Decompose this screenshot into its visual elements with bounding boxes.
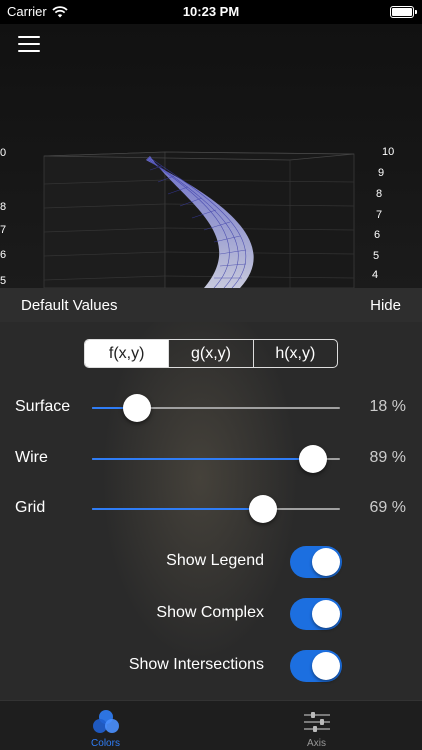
tab-bar: Colors Axis bbox=[0, 700, 422, 750]
right-axis-tick: 5 bbox=[373, 250, 380, 262]
slider-value: 89 % bbox=[369, 449, 406, 466]
surface-plot[interactable] bbox=[0, 24, 422, 288]
function-option-f[interactable]: f(x,y) bbox=[85, 340, 169, 367]
surface-slider[interactable] bbox=[92, 394, 340, 422]
function-selector[interactable]: f(x,y) g(x,y) h(x,y) bbox=[84, 339, 338, 368]
plot-back-wall-right bbox=[164, 151, 355, 288]
slider-label: Wire bbox=[15, 449, 48, 466]
panel-title: Default Values bbox=[21, 297, 118, 314]
grid-slider[interactable] bbox=[92, 495, 340, 523]
wire-slider[interactable] bbox=[92, 445, 340, 473]
tab-colors[interactable]: Colors bbox=[0, 701, 211, 750]
plot-area[interactable]: 0 8 7 6 5 10 9 8 7 6 5 4 bbox=[0, 24, 422, 288]
right-axis-tick: 8 bbox=[376, 188, 383, 200]
slider-thumb[interactable] bbox=[123, 394, 151, 422]
left-axis-tick: 8 bbox=[0, 201, 7, 213]
sliders-icon bbox=[303, 712, 330, 732]
slider-value: 69 % bbox=[369, 499, 406, 516]
left-axis-tick: 0 bbox=[0, 147, 7, 159]
right-axis-tick: 9 bbox=[378, 167, 385, 179]
show-legend-row: Show Legend bbox=[0, 545, 422, 579]
show-intersections-row: Show Intersections bbox=[0, 649, 422, 683]
grid-slider-row: Grid 69 % bbox=[0, 489, 422, 529]
left-axis-tick: 6 bbox=[0, 249, 7, 261]
show-intersections-toggle[interactable] bbox=[290, 650, 342, 682]
panel-header: Default Values Hide bbox=[0, 288, 422, 322]
slider-value: 18 % bbox=[369, 398, 406, 415]
plot-back-wall-left bbox=[43, 151, 166, 288]
tab-label: Axis bbox=[307, 738, 326, 749]
settings-panel: Default Values Hide f(x,y) g(x,y) h(x,y)… bbox=[0, 288, 422, 700]
left-axis-tick: 5 bbox=[0, 275, 7, 287]
colors-icon bbox=[92, 710, 119, 733]
function-option-g[interactable]: g(x,y) bbox=[168, 340, 252, 367]
left-axis-tick: 7 bbox=[0, 224, 7, 236]
status-time: 10:23 PM bbox=[182, 4, 240, 19]
slider-thumb[interactable] bbox=[249, 495, 277, 523]
battery-icon bbox=[390, 6, 417, 18]
toggle-label: Show Intersections bbox=[128, 656, 264, 673]
toggle-label: Show Complex bbox=[156, 604, 264, 621]
show-legend-toggle[interactable] bbox=[290, 546, 342, 578]
tab-axis[interactable]: Axis bbox=[211, 701, 422, 750]
hide-button[interactable]: Hide bbox=[370, 297, 401, 314]
slider-label: Grid bbox=[15, 499, 46, 516]
tab-label: Colors bbox=[91, 738, 120, 749]
right-axis-tick: 7 bbox=[376, 209, 383, 221]
surface-slider-row: Surface 18 % bbox=[0, 388, 422, 428]
toggle-label: Show Legend bbox=[166, 552, 264, 569]
slider-thumb[interactable] bbox=[299, 445, 327, 473]
function-option-h[interactable]: h(x,y) bbox=[252, 340, 337, 367]
status-bar: Carrier 10:23 PM bbox=[0, 0, 422, 24]
slider-label: Surface bbox=[15, 398, 71, 415]
show-complex-toggle[interactable] bbox=[290, 598, 342, 630]
show-complex-row: Show Complex bbox=[0, 597, 422, 631]
wire-slider-row: Wire 89 % bbox=[0, 439, 422, 479]
right-axis-tick: 4 bbox=[372, 269, 379, 281]
right-axis-tick: 10 bbox=[382, 146, 395, 158]
right-axis-tick: 6 bbox=[374, 229, 381, 241]
